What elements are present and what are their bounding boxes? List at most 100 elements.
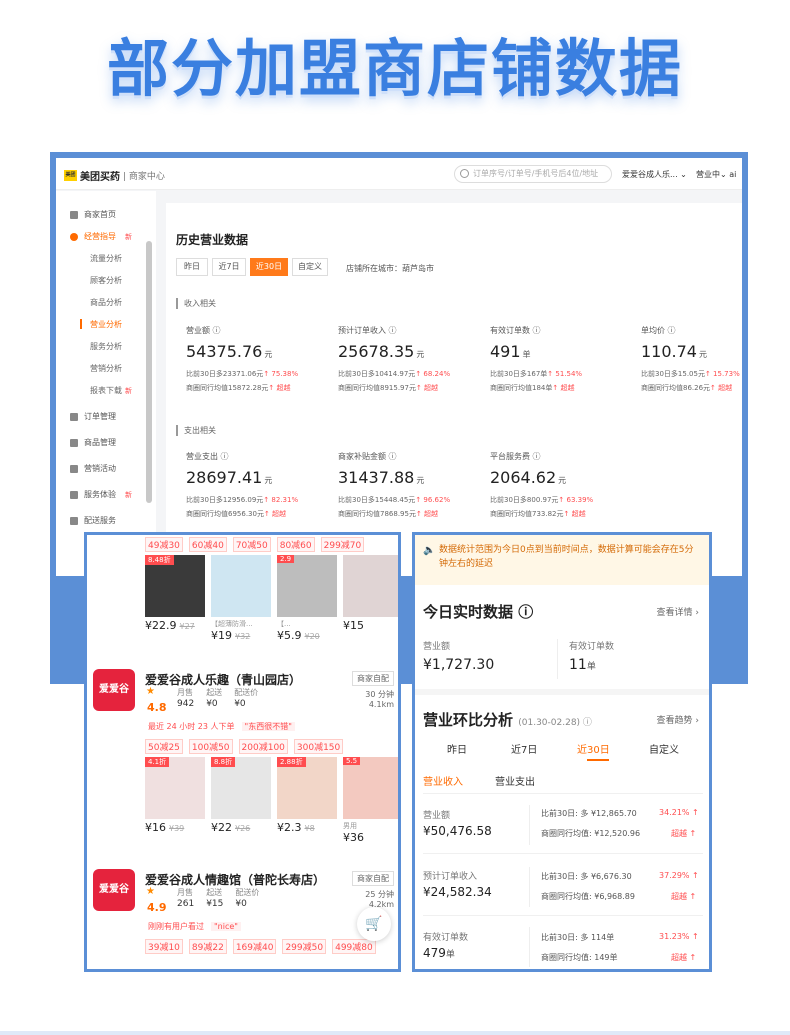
expense-section-label: 支出相关 — [176, 425, 216, 436]
subitem-product[interactable]: 商品分析 — [90, 297, 122, 308]
business-status[interactable]: 营业中⌄ ai — [696, 169, 736, 180]
product-icon — [70, 438, 78, 447]
product-image — [343, 555, 398, 617]
today-orders-value: 11单 — [569, 657, 596, 673]
delivery-badge: 商家自配 — [352, 671, 394, 686]
shop-logo: 爱爱谷 — [93, 669, 135, 711]
seg-30days[interactable]: 近30日 — [250, 258, 288, 276]
shop-eta: 25 分钟 4.2km — [365, 890, 394, 909]
store-city: 店铺所在城市：葫芦岛市 — [346, 264, 434, 273]
promo-tag: 80减60 — [276, 537, 315, 552]
product-card[interactable]: ¥15 — [343, 555, 398, 642]
today-revenue-label: 营业额 — [423, 642, 451, 652]
shop-activity-note: 最近 24 小时 23 人下单 "东西很不错" — [145, 721, 295, 732]
chart-pie-icon — [70, 232, 78, 241]
product-card[interactable]: 2.9 【... ¥5.9 ¥20 — [277, 555, 337, 642]
subitem-traffic[interactable]: 流量分析 — [90, 253, 122, 264]
product-image: 4.1折 — [145, 757, 205, 819]
tab-30days[interactable]: 近30日 — [577, 741, 610, 756]
cart-icon[interactable]: 🛒 — [357, 907, 391, 941]
product-card[interactable]: 2.88折 ¥2.3 ¥8 — [277, 757, 337, 844]
sidebar-item-guide[interactable]: 经营指导新 — [70, 231, 132, 242]
today-revenue-value: ¥1,727.30 — [423, 657, 495, 673]
sidebar-item-marketing[interactable]: 营销活动 — [70, 463, 116, 474]
metric-revenue: 营业额 ⓘ 54375.76 元 比前30日多23371.06元↑ 75.38% … — [186, 326, 299, 392]
logo-subtitle: | 商家中心 — [123, 172, 165, 182]
subitem-report[interactable]: 报表下载新 — [90, 385, 132, 396]
sidebar-item-orders[interactable]: 订单管理 — [70, 411, 116, 422]
tab-custom[interactable]: 自定义 — [649, 741, 679, 756]
product-image — [211, 555, 271, 617]
tab-7days[interactable]: 近7日 — [511, 741, 537, 756]
promo-tag: 299减50 — [282, 939, 327, 954]
notice-banner: 🔈 数据统计范围为今日0点到当前时间点，数据计算可能会存在5分钟左右的延迟 — [415, 535, 709, 585]
promo-tag: 499减80 — [332, 939, 376, 954]
sidebar-item-delivery[interactable]: 配送服务 — [70, 515, 116, 526]
sidebar-item-products[interactable]: 商品管理 — [70, 437, 116, 448]
tab-yesterday[interactable]: 昨日 — [447, 741, 467, 756]
product-card[interactable]: 【超薄防滑... ¥19 ¥32 — [211, 555, 271, 642]
sidebar-item-service[interactable]: 服务体验新 — [70, 489, 132, 500]
trend-link[interactable]: 查看趋势 › — [657, 713, 699, 726]
search-placeholder: 订单序号/订单号/手机号后4位/地址 — [473, 169, 599, 178]
store-selector[interactable]: 爱爱谷成人乐... ⌄ — [622, 169, 687, 180]
metric-avg-price: 单均价 ⓘ 110.74 元 比前30日多15.05元↑ 15.73% 商圈同行均… — [641, 326, 740, 392]
logo: 美团 美团买药 | 商家中心 — [64, 168, 165, 183]
sidebar-scrollbar[interactable] — [146, 241, 152, 503]
seg-custom[interactable]: 自定义 — [292, 258, 328, 276]
shop-rating: 4.9 — [147, 901, 167, 914]
today-title: 今日实时数据 ⓘ — [423, 603, 534, 621]
shop1-product-row: 4.1折 ¥16 ¥39 8.8折 ¥22 ¥26 2.88折 ¥2.3 ¥8 5.5… — [145, 757, 398, 844]
gift-icon — [70, 464, 78, 473]
today-detail-link[interactable]: 查看详情 › — [657, 605, 699, 618]
realtime-data-screenshot: 🔈 数据统计范围为今日0点到当前时间点，数据计算可能会存在5分钟左右的延迟 今日… — [412, 532, 712, 972]
divider — [557, 639, 558, 679]
shop-card-2[interactable]: 爱爱谷 爱爱谷成人情趣馆（普陀长寿店） 商家自配 ★ 4.9 月售 261 起送 ¥… — [87, 869, 398, 969]
compare-title: 营业环比分析 (01.30-02.28) ⓘ — [423, 711, 592, 729]
promo-tag: 200减100 — [238, 739, 288, 754]
subitem-service[interactable]: 服务分析 — [90, 341, 122, 352]
search-input[interactable]: 订单序号/订单号/手机号后4位/地址 — [454, 165, 612, 183]
delivery-icon — [70, 516, 78, 525]
metric-subsidy: 商家补贴金额 ⓘ 31437.88 元 比前30日多15448.45元↑ 96.6… — [338, 452, 451, 518]
section-divider — [415, 689, 709, 695]
promo-tag: 100减50 — [188, 739, 233, 754]
promo-tag: 89减22 — [188, 939, 227, 954]
product-card[interactable]: 8.48折 ¥22.9 ¥27 — [145, 555, 205, 642]
subitem-marketing[interactable]: 营销分析 — [90, 363, 122, 374]
speaker-icon: 🔈 — [423, 545, 436, 556]
star-icon: ★ — [146, 686, 155, 697]
metric-order-income: 预计订单收入 ⓘ 25678.35 元 比前30日多10414.97元↑ 68.2… — [338, 326, 451, 392]
subitem-business[interactable]: 营业分析 — [90, 319, 122, 330]
seg-yesterday[interactable]: 昨日 — [176, 258, 208, 276]
promo-tag: 60减40 — [188, 537, 227, 552]
shop-name: 爱爱谷成人情趣馆（普陀长寿店） — [145, 873, 326, 887]
row-divider — [423, 915, 703, 916]
subtab-income[interactable]: 营业收入 — [423, 773, 463, 788]
page-title: 部分加盟商店铺数据 — [106, 32, 683, 105]
metric-platform-fee: 平台服务费 ⓘ 2064.62 元 比前30日多800.97元↑ 63.39% 商… — [490, 452, 594, 518]
row-divider — [423, 853, 703, 854]
promo-tag: 169减40 — [232, 939, 277, 954]
shop-stats: 月售 261 起送 ¥15 配送价 ¥0 — [177, 888, 260, 909]
sidebar: 商家首页 经营指导新 流量分析 顾客分析 商品分析 营业分析 服务分析 营销分析… — [56, 191, 156, 576]
shop-card-1[interactable]: 爱爱谷 爱爱谷成人乐趣（青山园店） 商家自配 ★ 4.8 月售 942 起送 ¥0 … — [87, 669, 398, 869]
product-card[interactable]: 8.8折 ¥22 ¥26 — [211, 757, 271, 844]
today-orders-label: 有效订单数 — [569, 642, 615, 652]
search-icon — [460, 169, 469, 178]
seg-7days[interactable]: 近7日 — [212, 258, 246, 276]
subtab-expense[interactable]: 营业支出 — [495, 773, 535, 788]
shop-stats: 月售 942 起送 ¥0 配送价 ¥0 — [177, 688, 259, 709]
product-card[interactable]: 5.5 男用 ¥36 — [343, 757, 398, 844]
sidebar-item-home[interactable]: 商家首页 — [70, 209, 116, 220]
promo-tag: 50减25 — [145, 739, 183, 754]
star-icon: ★ — [146, 886, 155, 897]
promo-tag: 299减70 — [320, 537, 365, 552]
product-image: 2.9 — [277, 555, 337, 617]
product-image: 8.48折 — [145, 555, 205, 617]
product-card[interactable]: 4.1折 ¥16 ¥39 — [145, 757, 205, 844]
logo-text: 美团买药 — [80, 172, 120, 183]
heart-icon — [70, 490, 78, 499]
metric-expense: 营业支出 ⓘ 28697.41 元 比前30日多12956.09元↑ 82.31%… — [186, 452, 299, 518]
subitem-customer[interactable]: 顾客分析 — [90, 275, 122, 286]
